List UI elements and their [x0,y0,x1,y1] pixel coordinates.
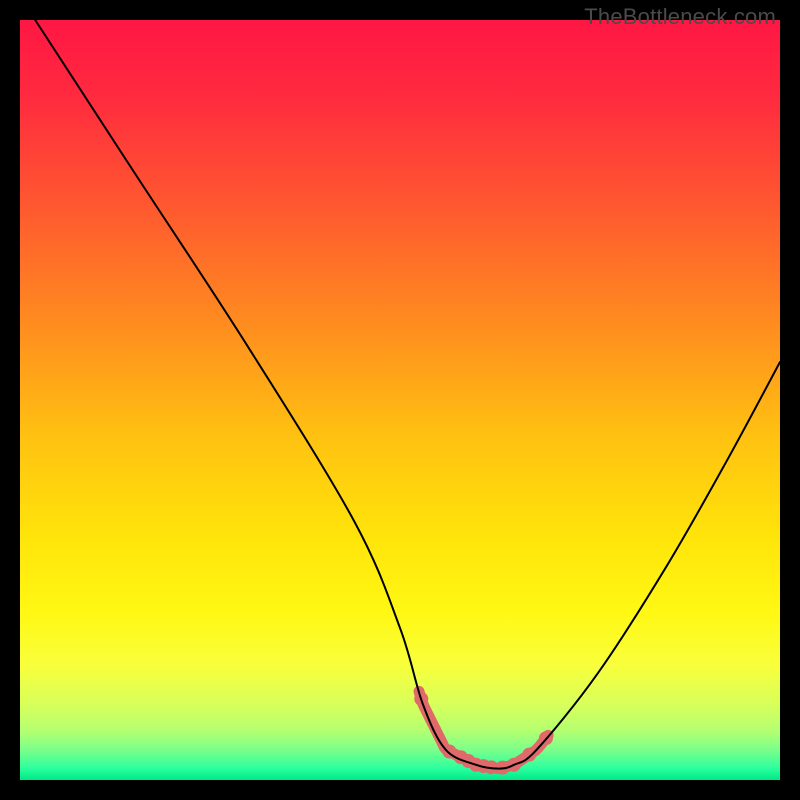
optimal-point-marker [522,748,536,762]
watermark-text: TheBottleneck.com [584,4,776,30]
gradient-background [20,20,780,780]
bottleneck-chart [20,20,780,780]
plot-area [20,20,780,780]
chart-container: TheBottleneck.com [0,0,800,800]
